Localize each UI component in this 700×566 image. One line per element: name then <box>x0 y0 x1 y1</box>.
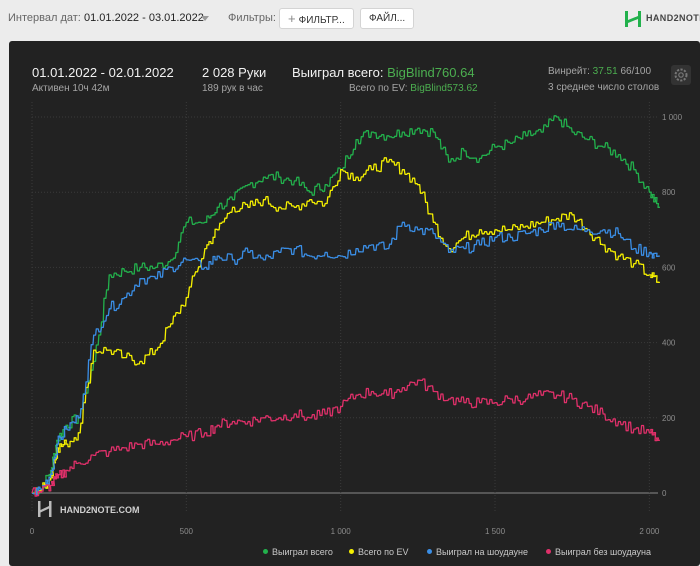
x-tick-label: 500 <box>180 527 194 536</box>
legend-dot <box>546 549 551 554</box>
x-tick-label: 0 <box>30 527 35 536</box>
chart-lines <box>31 115 660 497</box>
y-tick-label: 200 <box>662 414 676 423</box>
legend-dot <box>263 549 268 554</box>
x-tick-label: 1 000 <box>331 527 352 536</box>
legend-dot <box>349 549 354 554</box>
watermark-text: HAND2NOTE.COM <box>60 505 140 515</box>
y-tick-label: 800 <box>662 188 676 197</box>
series-line-1 <box>31 157 660 496</box>
y-tick-label: 600 <box>662 263 676 272</box>
legend-item-ev[interactable]: Всего по EV <box>349 547 408 557</box>
winnings-chart: 0 500 1 000 1 500 2 000 0 200 400 600 800 1 000 <box>30 102 683 536</box>
legend-label: Выиграл всего <box>272 547 333 557</box>
y-axis-ticks: 0 200 400 600 800 1 000 <box>662 113 683 498</box>
legend-item-won-total[interactable]: Выиграл всего <box>263 547 333 557</box>
legend-dot <box>427 549 432 554</box>
series-line-2 <box>31 221 660 496</box>
x-tick-label: 1 500 <box>485 527 506 536</box>
legend-item-showdown[interactable]: Выиграл на шоудауне <box>427 547 528 557</box>
legend-item-non-showdown[interactable]: Выиграл без шоудауна <box>546 547 651 557</box>
watermark-logo-icon <box>38 501 52 517</box>
x-axis-ticks: 0 500 1 000 1 500 2 000 <box>30 527 660 536</box>
legend-label: Всего по EV <box>358 547 409 557</box>
series-line-3 <box>31 378 660 497</box>
x-tick-label: 2 000 <box>639 527 660 536</box>
y-tick-label: 0 <box>662 489 667 498</box>
legend-label: Выиграл на шоудауне <box>436 547 528 557</box>
y-tick-label: 400 <box>662 339 676 348</box>
legend-label: Выиграл без шоудауна <box>555 547 651 557</box>
y-tick-label: 1 000 <box>662 113 683 122</box>
